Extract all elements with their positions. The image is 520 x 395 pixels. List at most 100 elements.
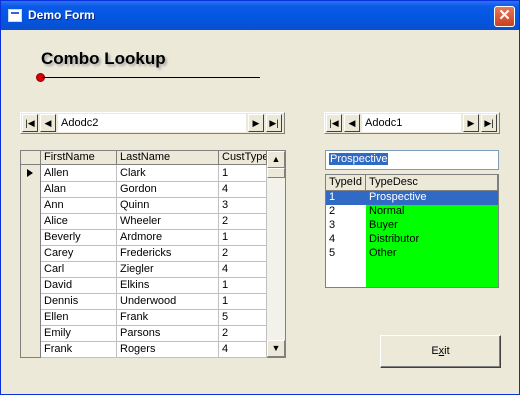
list-item[interactable]: 2 Normal bbox=[326, 205, 498, 219]
row-selector[interactable] bbox=[21, 309, 41, 326]
move-last-button[interactable]: ▶| bbox=[266, 114, 282, 132]
customer-grid[interactable]: FirstName LastName CustType Allen Clark 1 A… bbox=[20, 150, 286, 358]
cell-lastname[interactable]: Rogers bbox=[117, 341, 219, 358]
table-row[interactable]: Emily Parsons 2 bbox=[21, 325, 267, 342]
list-item-typeid: 2 bbox=[326, 205, 366, 219]
grid-vertical-scrollbar[interactable]: ▲ ▼ bbox=[267, 151, 285, 357]
cell-firstname[interactable]: Ellen bbox=[41, 309, 117, 326]
list-item[interactable]: 3 Buyer bbox=[326, 219, 498, 233]
scroll-down-button[interactable]: ▼ bbox=[267, 340, 285, 357]
page-title: Combo Lookup bbox=[41, 49, 166, 68]
cell-custtype[interactable]: 5 bbox=[219, 309, 267, 326]
cell-lastname[interactable]: Quinn bbox=[117, 197, 219, 214]
list-item[interactable]: 1 Prospective bbox=[326, 191, 498, 205]
cell-custtype[interactable]: 2 bbox=[219, 325, 267, 342]
row-selector[interactable] bbox=[21, 325, 41, 342]
table-row[interactable]: Carl Ziegler 4 bbox=[21, 261, 267, 278]
cell-custtype[interactable]: 1 bbox=[219, 293, 267, 310]
cell-lastname[interactable]: Frank bbox=[117, 309, 219, 326]
row-selector[interactable] bbox=[21, 341, 41, 358]
cell-lastname[interactable]: Underwood bbox=[117, 293, 219, 310]
cell-firstname[interactable]: Emily bbox=[41, 325, 117, 342]
cell-custtype[interactable]: 1 bbox=[219, 229, 267, 246]
cell-custtype[interactable]: 1 bbox=[219, 277, 267, 294]
adodc1-control: |◀ ◀ Adodc1 ▶ ▶| bbox=[324, 112, 500, 134]
move-last-button[interactable]: ▶| bbox=[481, 114, 497, 132]
datacombo-list[interactable]: TypeId TypeDesc 1 Prospective 2 Normal 3 Buye… bbox=[325, 174, 499, 288]
cell-lastname[interactable]: Parsons bbox=[117, 325, 219, 342]
move-first-button[interactable]: |◀ bbox=[22, 114, 38, 132]
move-next-button[interactable]: ▶ bbox=[463, 114, 479, 132]
row-selector[interactable] bbox=[21, 277, 41, 294]
row-selector[interactable] bbox=[21, 181, 41, 198]
main-window: Demo Form ✕ Combo Lookup |◀ ◀ Adodc2 ▶ ▶… bbox=[0, 0, 520, 395]
table-row[interactable]: Frank Rogers 4 bbox=[21, 341, 267, 358]
row-selector[interactable] bbox=[21, 293, 41, 310]
cell-firstname[interactable]: Alice bbox=[41, 213, 117, 230]
window-title: Demo Form bbox=[28, 8, 95, 22]
grid-header: FirstName LastName CustType bbox=[21, 151, 267, 165]
table-row[interactable]: Alice Wheeler 2 bbox=[21, 213, 267, 230]
cell-custtype[interactable]: 4 bbox=[219, 341, 267, 358]
table-row[interactable]: Alan Gordon 4 bbox=[21, 181, 267, 198]
list-item[interactable]: 4 Distributor bbox=[326, 233, 498, 247]
list-item-typedesc: Buyer bbox=[366, 219, 498, 233]
cell-custtype[interactable]: 4 bbox=[219, 181, 267, 198]
column-header-typeid: TypeId bbox=[326, 175, 366, 191]
cell-lastname[interactable]: Elkins bbox=[117, 277, 219, 294]
move-previous-button[interactable]: ◀ bbox=[344, 114, 360, 132]
row-selector[interactable] bbox=[21, 245, 41, 262]
scroll-up-button[interactable]: ▲ bbox=[267, 151, 285, 168]
table-row[interactable]: Ann Quinn 3 bbox=[21, 197, 267, 214]
list-item-typeid: 4 bbox=[326, 233, 366, 247]
cell-firstname[interactable]: Ann bbox=[41, 197, 117, 214]
table-row[interactable]: Allen Clark 1 bbox=[21, 165, 267, 182]
cell-firstname[interactable]: Beverly bbox=[41, 229, 117, 246]
row-selector[interactable] bbox=[21, 165, 41, 182]
list-item[interactable]: 5 Other bbox=[326, 247, 498, 261]
row-selector[interactable] bbox=[21, 261, 41, 278]
cell-lastname[interactable]: Fredericks bbox=[117, 245, 219, 262]
row-selector[interactable] bbox=[21, 197, 41, 214]
cell-custtype[interactable]: 2 bbox=[219, 245, 267, 262]
table-row[interactable]: David Elkins 1 bbox=[21, 277, 267, 294]
cell-lastname[interactable]: Clark bbox=[117, 165, 219, 182]
current-row-arrow-icon bbox=[27, 169, 33, 177]
move-previous-button[interactable]: ◀ bbox=[40, 114, 56, 132]
table-row[interactable]: Beverly Ardmore 1 bbox=[21, 229, 267, 246]
cell-firstname[interactable]: Carl bbox=[41, 261, 117, 278]
typedesc-fill bbox=[366, 261, 498, 287]
cell-firstname[interactable]: Dennis bbox=[41, 293, 117, 310]
cell-firstname[interactable]: Alan bbox=[41, 181, 117, 198]
cell-custtype[interactable]: 2 bbox=[219, 213, 267, 230]
cell-firstname[interactable]: Frank bbox=[41, 341, 117, 358]
cell-lastname[interactable]: Ziegler bbox=[117, 261, 219, 278]
row-selector[interactable] bbox=[21, 229, 41, 246]
close-button[interactable]: ✕ bbox=[494, 6, 515, 27]
column-header-firstname[interactable]: FirstName bbox=[41, 151, 117, 165]
cell-firstname[interactable]: Carey bbox=[41, 245, 117, 262]
column-header-custtype[interactable]: CustType bbox=[219, 151, 267, 165]
title-bar[interactable]: Demo Form ✕ bbox=[1, 1, 519, 30]
datacombo-input[interactable]: Prospective bbox=[325, 150, 499, 170]
cell-lastname[interactable]: Wheeler bbox=[117, 213, 219, 230]
move-next-button[interactable]: ▶ bbox=[248, 114, 264, 132]
move-first-button[interactable]: |◀ bbox=[326, 114, 342, 132]
column-header-lastname[interactable]: LastName bbox=[117, 151, 219, 165]
table-row[interactable]: Dennis Underwood 1 bbox=[21, 293, 267, 310]
cell-custtype[interactable]: 3 bbox=[219, 197, 267, 214]
cell-lastname[interactable]: Gordon bbox=[117, 181, 219, 198]
cell-lastname[interactable]: Ardmore bbox=[117, 229, 219, 246]
cell-custtype[interactable]: 1 bbox=[219, 165, 267, 182]
exit-label: Exit bbox=[431, 345, 449, 357]
cell-custtype[interactable]: 4 bbox=[219, 261, 267, 278]
table-row[interactable]: Ellen Frank 5 bbox=[21, 309, 267, 326]
exit-button[interactable]: Exit bbox=[380, 335, 501, 368]
table-row[interactable]: Carey Fredericks 2 bbox=[21, 245, 267, 262]
row-selector[interactable] bbox=[21, 213, 41, 230]
scroll-thumb[interactable] bbox=[267, 168, 285, 178]
form-icon bbox=[8, 9, 22, 22]
divider bbox=[41, 77, 260, 78]
cell-firstname[interactable]: Allen bbox=[41, 165, 117, 182]
cell-firstname[interactable]: David bbox=[41, 277, 117, 294]
